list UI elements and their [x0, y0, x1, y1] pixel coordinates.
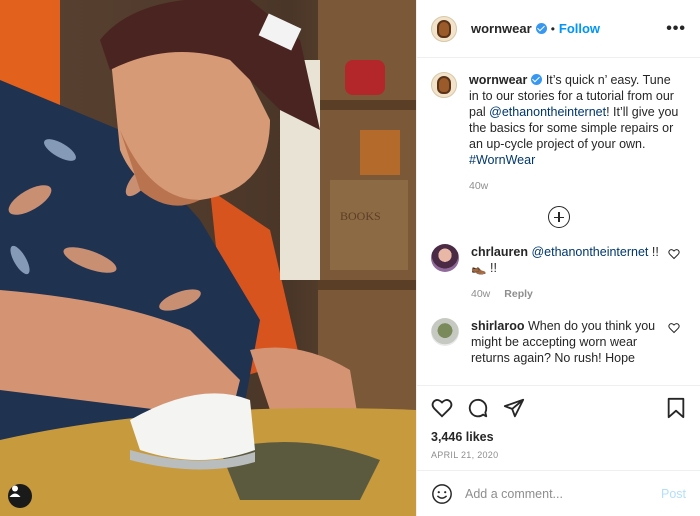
add-comment-bar: Post — [417, 470, 700, 516]
avatar[interactable] — [431, 72, 457, 98]
heart-icon[interactable] — [668, 248, 680, 260]
comment-meta: 40w Reply — [471, 288, 661, 300]
heart-icon[interactable] — [431, 397, 453, 419]
verified-badge-icon — [531, 74, 543, 85]
caption-hashtag[interactable]: #WornWear — [469, 153, 535, 167]
comment-item: chrlauren @ethanontheinternet !! 👞 !! 40… — [431, 244, 686, 300]
comment-username[interactable]: shirlaroo — [471, 319, 525, 333]
post-button[interactable]: Post — [661, 487, 686, 501]
caption-age[interactable]: 40w — [469, 180, 681, 192]
post-header: wornwear • Follow ••• — [417, 0, 700, 58]
comment-input[interactable] — [465, 486, 649, 501]
load-more-icon — [547, 206, 570, 228]
comment-text: shirlaroo When do you think you might be… — [471, 318, 661, 366]
heart-icon[interactable] — [668, 322, 680, 334]
reply-button[interactable]: Reply — [504, 288, 533, 300]
user-tag-icon[interactable] — [8, 484, 32, 508]
caption: wornwear It’s quick n’ easy. Tune in to … — [431, 72, 686, 192]
header-separator: • — [550, 21, 555, 36]
comment-username[interactable]: chrlauren — [471, 245, 528, 259]
caption-text: wornwear It’s quick n’ easy. Tune in to … — [469, 72, 681, 168]
caption-mention[interactable]: @ethanontheinternet — [489, 105, 606, 119]
comment-mention[interactable]: @ethanontheinternet — [531, 245, 648, 259]
post-date[interactable]: APRIL 21, 2020 — [417, 444, 700, 470]
commenter-avatar[interactable] — [431, 244, 459, 272]
photo-illustration: BOOKS — [0, 0, 416, 516]
bookmark-icon[interactable] — [666, 397, 686, 419]
commenter-avatar[interactable] — [431, 318, 459, 346]
comment-icon[interactable] — [467, 397, 489, 419]
comment-text: chrlauren @ethanontheinternet !! 👞 !! — [471, 244, 661, 276]
likes-count[interactable]: 3,446 likes — [417, 430, 700, 444]
action-bar — [417, 386, 700, 430]
post-sidebar: wornwear • Follow ••• wornwear It’s quic… — [416, 0, 700, 516]
instagram-post: BOOKS wornwear • Follow ••• wornwear It’… — [0, 0, 700, 516]
verified-badge-icon — [535, 23, 547, 34]
more-icon[interactable]: ••• — [666, 20, 686, 38]
avatar[interactable] — [431, 15, 457, 42]
share-icon[interactable] — [503, 397, 525, 419]
comments-section: wornwear It’s quick n’ easy. Tune in to … — [417, 58, 700, 385]
follow-button[interactable]: Follow — [559, 21, 600, 36]
header-username[interactable]: wornwear — [471, 21, 532, 36]
comment-item: shirlaroo When do you think you might be… — [431, 318, 686, 366]
comment-age[interactable]: 40w — [471, 288, 490, 300]
load-more-button[interactable] — [431, 206, 686, 228]
post-photo[interactable]: BOOKS — [0, 0, 416, 516]
svg-text:BOOKS: BOOKS — [340, 209, 381, 223]
emoji-icon[interactable] — [431, 483, 453, 505]
caption-username[interactable]: wornwear — [469, 73, 527, 87]
